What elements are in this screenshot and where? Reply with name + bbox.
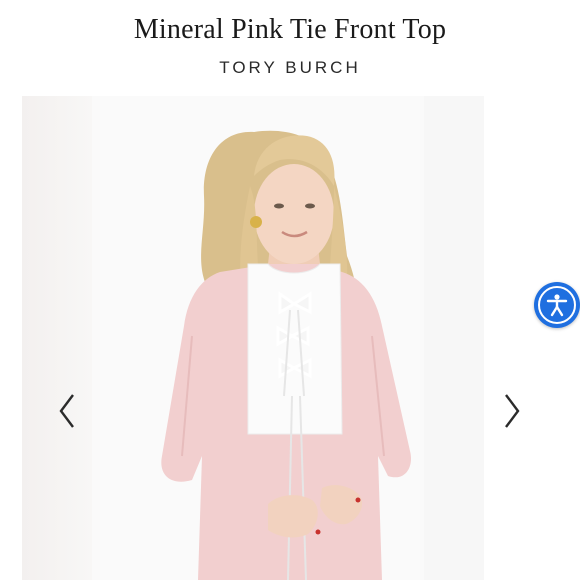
previous-image-button[interactable] [52,388,82,434]
chevron-right-icon [505,394,520,428]
product-photo [161,130,412,580]
product-image-gallery [22,96,484,580]
product-title: Mineral Pink Tie Front Top [133,14,447,45]
accessibility-icon [546,294,568,317]
accessibility-button[interactable] [534,282,580,328]
chevron-left-icon [59,394,74,428]
next-image-button[interactable] [497,388,527,434]
product-brand[interactable]: TORY BURCH [0,58,580,78]
